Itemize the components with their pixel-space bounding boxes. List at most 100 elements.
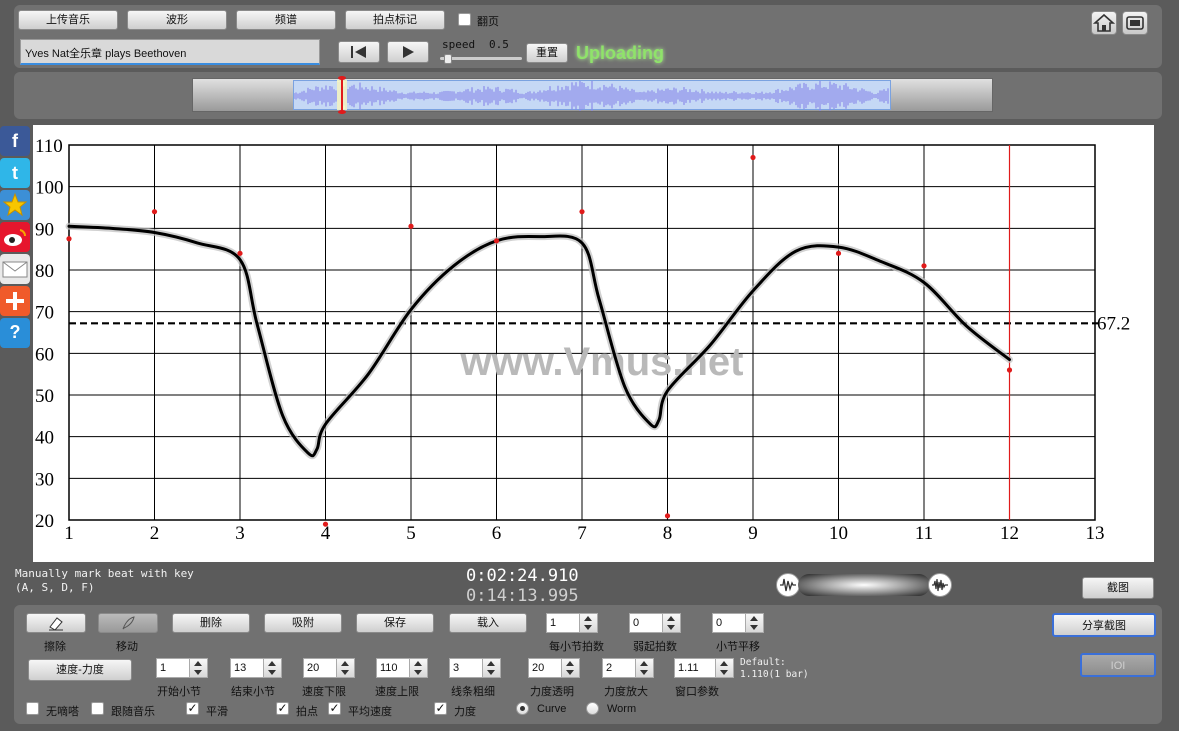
favorite-button[interactable]	[0, 190, 30, 220]
upload-music-button[interactable]: 上传音乐	[18, 10, 118, 30]
line-width-stepper[interactable]: 3	[449, 658, 501, 678]
speed-max-label: 速度上限	[375, 686, 419, 698]
overview-window[interactable]	[293, 76, 891, 114]
home-button[interactable]	[1091, 11, 1117, 35]
smooth-checkbox[interactable]: ✓	[186, 702, 199, 715]
more-share-button[interactable]	[0, 286, 30, 316]
ioi-button[interactable]: IOI	[1080, 653, 1156, 677]
beat-points-checkbox[interactable]: ✓	[276, 702, 289, 715]
window-param-stepper[interactable]: 1.11	[674, 658, 734, 678]
dynamics-alpha-value: 20	[532, 662, 545, 674]
beats-per-bar-stepper[interactable]: 1	[546, 613, 598, 633]
share-screenshot-button[interactable]: 分享截图	[1052, 613, 1156, 637]
snap-button[interactable]: 吸附	[264, 613, 342, 633]
dynamics-checkbox[interactable]: ✓	[434, 702, 447, 715]
overview-playhead[interactable]	[337, 76, 347, 114]
start-bar-stepper[interactable]: 1	[156, 658, 208, 678]
current-time: 0:02:24.910	[466, 566, 579, 586]
x-tick-label: 7	[577, 523, 587, 544]
mail-icon	[2, 261, 28, 278]
upload-status: Uploading	[576, 43, 664, 63]
beat-point	[322, 521, 329, 527]
end-bar-stepper[interactable]: 13	[230, 658, 282, 678]
speed-slider[interactable]	[440, 54, 522, 66]
volume-knob[interactable]	[776, 572, 954, 598]
help-button[interactable]: ?	[0, 318, 30, 348]
worm-label: Worm	[607, 703, 637, 715]
save-button[interactable]: 保存	[356, 613, 434, 633]
x-tick-label: 11	[915, 523, 933, 544]
end-bar-value: 13	[234, 662, 247, 674]
speed-dynamics-mode-button[interactable]: 速度-力度	[28, 659, 132, 681]
control-panel: 擦除 移动 删除 吸附 保存 载入 1 每小节拍数 0 弱起拍数 0 小节平移 …	[14, 605, 1162, 724]
twitter-share-button[interactable]: t	[0, 158, 30, 188]
waveform-button[interactable]: 波形	[127, 10, 227, 30]
play-icon	[403, 46, 414, 58]
worm-radio[interactable]	[586, 702, 599, 715]
load-button[interactable]: 载入	[449, 613, 527, 633]
hint-line-2: (A, S, D, F)	[15, 581, 95, 594]
volume-track[interactable]	[798, 574, 930, 596]
email-share-button[interactable]	[0, 254, 30, 284]
beat-mark-button[interactable]: 拍点标记	[345, 10, 445, 30]
dynamics-zoom-stepper[interactable]: 2	[602, 658, 654, 678]
spectrum-button[interactable]: 频谱	[236, 10, 336, 30]
y-tick-label: 110	[35, 136, 63, 157]
pickup-stepper[interactable]: 0	[629, 613, 681, 633]
speed-slider-thumb[interactable]	[444, 54, 452, 64]
volume-left-icon	[776, 573, 800, 597]
star-icon	[2, 192, 28, 217]
facebook-share-button[interactable]: f	[0, 126, 30, 156]
follow-music-label: 跟随音乐	[111, 706, 155, 718]
start-bar-label: 开始小节	[157, 686, 201, 698]
x-tick-label: 3	[235, 523, 245, 544]
bar-shift-stepper[interactable]: 0	[712, 613, 764, 633]
rewind-button[interactable]	[338, 41, 380, 63]
dynamics-label: 力度	[454, 706, 476, 718]
curve-radio[interactable]	[516, 702, 529, 715]
top-toolbar-panel: 上传音乐 波形 频谱 拍点标记 翻页 Yves Nat全乐章 plays Bee…	[14, 5, 1162, 68]
y-tick-label: 20	[35, 511, 54, 532]
overview-waveform	[294, 81, 889, 111]
page-flip-checkbox[interactable]	[458, 13, 471, 26]
average-speed-checkbox[interactable]: ✓	[328, 702, 341, 715]
skip-start-icon	[351, 46, 366, 58]
fullscreen-button[interactable]	[1122, 11, 1148, 35]
watermark: www.Vmus.net	[459, 340, 743, 384]
y-tick-label: 60	[35, 344, 54, 365]
weibo-share-button[interactable]	[0, 222, 30, 252]
line-width-value: 3	[453, 662, 460, 674]
speed-max-stepper[interactable]: 110	[376, 658, 428, 678]
speed-slider-track	[440, 57, 522, 60]
y-tick-label: 80	[35, 261, 54, 282]
play-button[interactable]	[387, 41, 429, 63]
beat-point	[66, 236, 72, 242]
chart-canvas[interactable]: www.Vmus.net 20 30 40 50 60 70 80 90 100 110 1 2 3 4 5 6…	[33, 125, 1154, 562]
title-input[interactable]: Yves Nat全乐章 plays Beethoven	[20, 39, 320, 65]
x-tick-label: 8	[663, 523, 673, 544]
window-param-label: 窗口参数	[675, 686, 719, 698]
no-click-checkbox[interactable]	[26, 702, 39, 715]
reset-button[interactable]: 重置	[526, 43, 568, 63]
dynamics-alpha-stepper[interactable]: 20	[528, 658, 580, 678]
screenshot-button[interactable]: 截图	[1082, 577, 1154, 599]
beats-per-bar-value: 1	[550, 617, 557, 629]
speed-value: 0.5	[489, 38, 509, 51]
volume-right-icon	[928, 573, 952, 597]
tempo-chart[interactable]: www.Vmus.net20304050607080901001101 2 3 4 5 6…	[33, 125, 1154, 562]
overview-track[interactable]	[192, 76, 993, 114]
move-button[interactable]	[98, 613, 158, 633]
fullscreen-icon	[1126, 16, 1144, 30]
erase-button[interactable]	[26, 613, 86, 633]
x-tick-label: 1	[64, 523, 74, 544]
dynamics-alpha-label: 力度透明	[530, 686, 574, 698]
speed-min-stepper[interactable]: 20	[303, 658, 355, 678]
follow-music-checkbox[interactable]	[91, 702, 104, 715]
smooth-label: 平滑	[206, 706, 228, 718]
default-line-2: 1.110(1 bar)	[740, 669, 809, 680]
page-flip-label: 翻页	[477, 16, 499, 28]
speed-min-label: 速度下限	[302, 686, 346, 698]
delete-button[interactable]: 删除	[172, 613, 250, 633]
plus-icon	[6, 292, 24, 310]
home-icon	[1092, 13, 1116, 32]
